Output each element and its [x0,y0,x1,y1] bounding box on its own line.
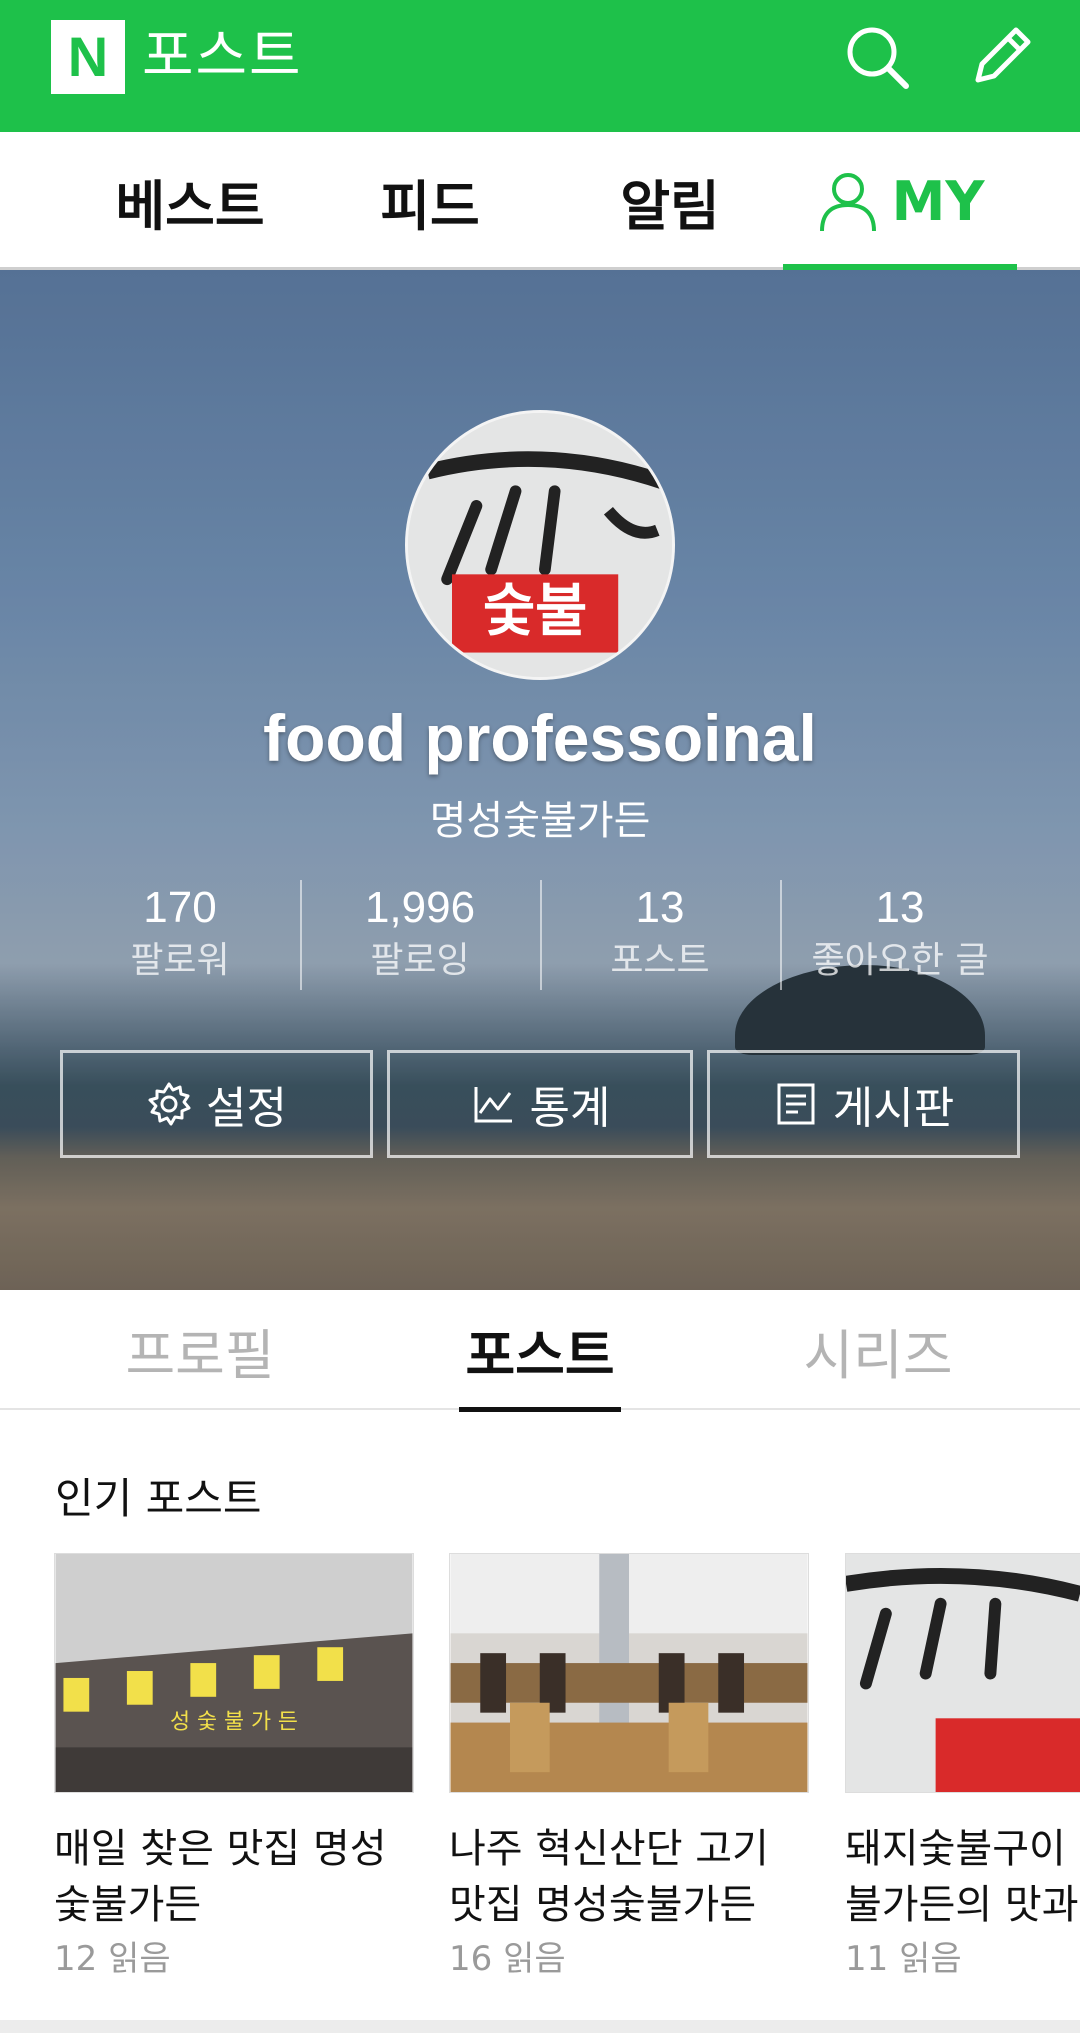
post-thumbnail: 성 숯 불 가 든 [54,1553,414,1793]
post-card[interactable]: 나주 혁신산단 고기 맛집 명성숯불가든 16 읽음 [449,1553,809,1981]
settings-button[interactable]: 설정 [60,1050,373,1158]
chart-icon [474,1087,512,1123]
profile-subtitle: 명성숯불가든 [429,798,651,844]
stat-label: 팔로워 [130,940,230,981]
post-title: 매일 찾은 맛집 명성 숯불가든 [54,1826,387,1928]
post-card[interactable]: 성 숯 불 가 든 매일 찾은 맛집 명성 숯불가든 12 읽음 [54,1553,414,1981]
gear-icon [148,1082,191,1126]
stat-following[interactable]: 1,996 팔로잉 [300,880,540,990]
stat-posts[interactable]: 13 포스트 [540,880,780,990]
avatar[interactable]: 숯불 [405,410,675,680]
tab-posts-label: 포스트 [465,1323,615,1387]
naver-logo[interactable]: N [51,20,125,94]
tab-my-label: MY [891,169,985,233]
user-icon [819,173,876,232]
tab-profile-label: 프로필 [125,1323,275,1387]
profile-name: food professoinal [263,701,817,775]
sign-text: 성 숯 불 가 든 [170,1710,298,1735]
stat-label: 포스트 [610,940,710,981]
app-title: 포스트 [142,24,303,89]
board-button[interactable]: 게시판 [707,1050,1020,1158]
tab-best-label: 베스트 [115,174,265,238]
tab-notifications[interactable]: 알림 [570,132,770,270]
board-button-label: 게시판 [832,1083,955,1134]
post-thumbnail [845,1553,1080,1793]
post-read-count: 11 읽음 [845,1939,962,1979]
post-card[interactable]: 돼지숯불구이 불가든의 맛과 11 읽음 [845,1553,1080,1981]
tab-my[interactable]: MY [783,132,1017,273]
tab-profile[interactable]: 프로필 [100,1290,300,1410]
main-nav: 베스트 피드 알림 MY [0,132,1080,273]
tab-feed-label: 피드 [380,174,480,238]
stat-followers[interactable]: 170 팔로워 [60,880,300,990]
stat-value: 170 [143,883,217,932]
popular-posts-title: 인기 포스트 [55,1474,262,1523]
statistics-button-label: 통계 [529,1083,611,1134]
tab-notifications-label: 알림 [620,174,720,238]
post-thumbnail [449,1553,809,1793]
tab-posts[interactable]: 포스트 [459,1290,621,1412]
post-title: 나주 혁신산단 고기 맛집 명성숯불가든 [449,1826,769,1928]
post-read-count: 12 읽음 [54,1939,171,1979]
tab-series-label: 시리즈 [803,1323,953,1387]
profile-header: 숯불 food professoinal 명성숯불가든 170 팔로워 1,99… [0,270,1080,1290]
statistics-button[interactable]: 통계 [387,1050,693,1158]
profile-stats: 170 팔로워 1,996 팔로잉 13 포스트 13 좋아요한 글 [60,880,1020,990]
stat-label: 팔로잉 [370,940,470,981]
search-icon[interactable] [842,22,912,92]
avatar-text: 숯불 [483,578,587,644]
document-icon [777,1083,815,1125]
post-title: 돼지숯불구이 불가든의 맛과 [845,1826,1079,1928]
profile-subtabs: 프로필 포스트 시리즈 [0,1290,1080,1412]
stat-liked-posts[interactable]: 13 좋아요한 글 [780,880,1020,990]
tab-feed[interactable]: 피드 [330,132,530,270]
logo-letter: N [67,25,109,88]
bottom-edge [0,2020,1080,2033]
stat-value: 13 [875,883,925,932]
stat-value: 1,996 [364,883,476,932]
post-read-count: 16 읽음 [449,1939,566,1979]
stat-label: 좋아요한 글 [811,940,989,981]
tab-active-indicator [459,1407,621,1412]
pencil-icon[interactable] [966,22,1036,92]
stat-value: 13 [635,883,685,932]
tab-best[interactable]: 베스트 [80,132,300,270]
app-bar: N 포스트 [0,0,1080,132]
settings-button-label: 설정 [206,1083,287,1134]
tab-series[interactable]: 시리즈 [778,1290,978,1410]
